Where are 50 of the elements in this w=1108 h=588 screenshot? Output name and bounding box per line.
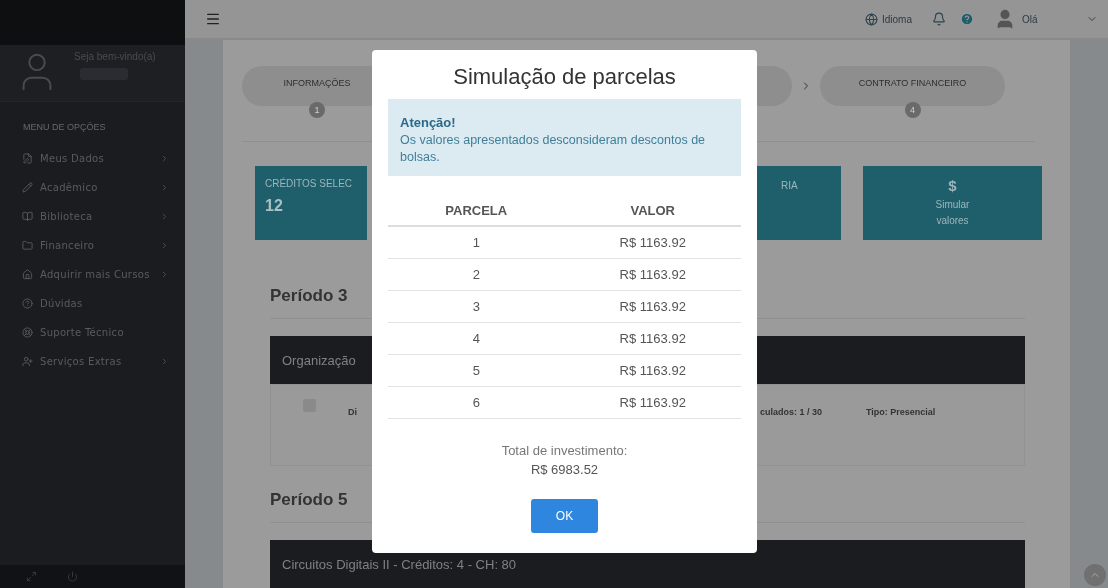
table-cell-text: R$ 1163.92 bbox=[618, 395, 687, 410]
menu-item[interactable]: Dúvidas bbox=[0, 289, 185, 318]
menu-item[interactable]: Biblioteca bbox=[0, 202, 185, 231]
alert-title: Atenção! bbox=[400, 115, 457, 130]
table-cell-text: 1 bbox=[471, 235, 481, 250]
simulate-card[interactable]: $ Simular valores bbox=[863, 166, 1042, 240]
ok-button[interactable]: OK bbox=[531, 499, 598, 533]
table-cell-text: R$ 1163.92 bbox=[618, 235, 687, 250]
menu-item[interactable]: Meus Dados bbox=[0, 144, 185, 173]
column-header: PARCELA bbox=[444, 203, 509, 218]
table-cell-text: Tipo: Presencial bbox=[866, 406, 937, 417]
pencil-icon bbox=[22, 182, 33, 193]
table-cell-text: R$ 1163.92 bbox=[618, 363, 687, 378]
total-label: Total de investimento: bbox=[501, 443, 628, 458]
book-icon bbox=[22, 211, 33, 222]
edit-icon bbox=[22, 153, 33, 164]
column-header: VALOR bbox=[629, 203, 676, 218]
menu-item[interactable]: Adquirir mais Cursos bbox=[0, 260, 185, 289]
menu-icon[interactable] bbox=[205, 11, 221, 27]
menu-title: MENU DE OPÇÕES bbox=[22, 121, 107, 134]
home-icon bbox=[22, 269, 33, 280]
table-cell-text: Di bbox=[348, 406, 358, 417]
table-cell-text: 3 bbox=[471, 299, 481, 314]
menu-item[interactable]: Suporte Técnico bbox=[0, 318, 185, 347]
menu-item[interactable]: Financeiro bbox=[0, 231, 185, 260]
menu-item[interactable]: Serviços Extras bbox=[0, 347, 185, 376]
folder-icon bbox=[22, 240, 33, 251]
globe-icon[interactable] bbox=[865, 12, 878, 26]
alert-text: Os valores apresentados desconsideram descontos de bolsas. bbox=[400, 132, 707, 166]
language-link[interactable]: Idioma bbox=[882, 13, 912, 25]
menu-item[interactable]: Acadêmico bbox=[0, 173, 185, 202]
table-cell-text: 5 bbox=[471, 363, 481, 378]
power-icon[interactable] bbox=[67, 571, 78, 582]
table-cell-text: R$ 1163.92 bbox=[618, 299, 687, 314]
user-plus-icon bbox=[22, 356, 33, 367]
lifebuoy-icon bbox=[22, 327, 33, 338]
modal-title: Simulação de parcelas bbox=[453, 63, 676, 91]
step-number: 1 bbox=[309, 102, 325, 118]
table-cell-text: 2 bbox=[471, 267, 481, 282]
table-cell-text: R$ 1163.92 bbox=[618, 267, 687, 282]
step-number: 4 bbox=[904, 102, 921, 118]
table-cell-text: culados: 1 / 30 bbox=[760, 406, 824, 417]
bell-icon[interactable] bbox=[932, 12, 946, 26]
table-cell-text: 6 bbox=[471, 395, 481, 410]
greeting-text: Olá bbox=[1022, 13, 1039, 25]
total-value: R$ 6983.52 bbox=[530, 462, 599, 477]
fullscreen-icon[interactable] bbox=[26, 571, 37, 582]
help-icon[interactable] bbox=[960, 12, 974, 26]
help-icon bbox=[22, 298, 33, 309]
credits-card: CRÉDITOS SELEC 12 bbox=[255, 166, 367, 240]
